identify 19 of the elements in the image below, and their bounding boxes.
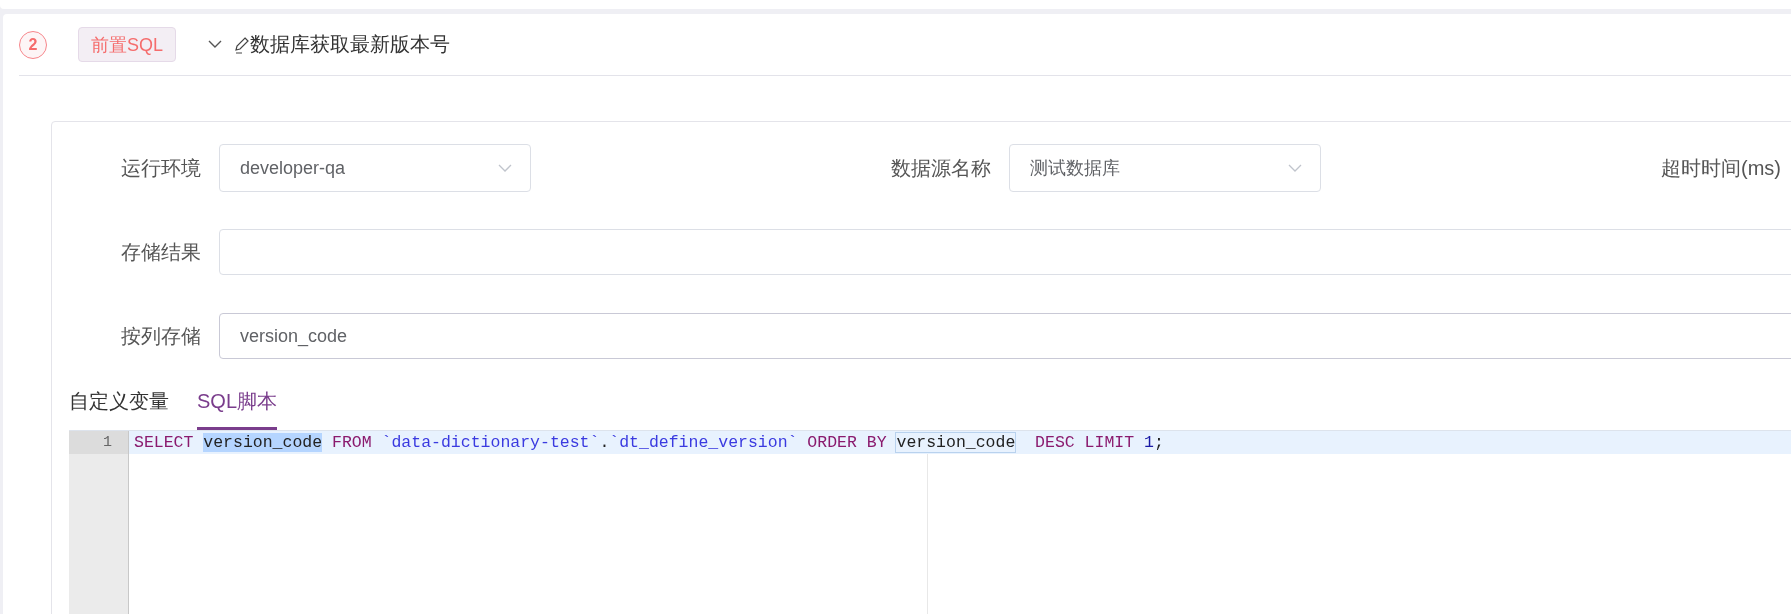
step-number: 2 (19, 30, 47, 59)
field-label: 存储结果 (120, 239, 201, 265)
input-field[interactable]: version_code (219, 313, 1791, 359)
field-label: 运行环境 (120, 155, 201, 181)
input-field[interactable] (219, 229, 1791, 275)
chevron-icon (1288, 164, 1302, 172)
select-field[interactable]: 测试数据库 (1009, 144, 1321, 192)
type-tag: 前置SQL (78, 27, 177, 62)
field-label: 超时时间(ms) (1660, 155, 1781, 181)
field-label: 数据源名称 (890, 155, 991, 181)
chevron-icon (498, 164, 512, 172)
chevron-icon (208, 40, 223, 49)
pencil-icon[interactable] (234, 35, 251, 54)
tab[interactable]: 自定义变量 (69, 388, 169, 430)
line-number: 1 (69, 431, 128, 454)
select-field[interactable]: developer-qa (219, 144, 531, 192)
step-title: 数据库获取最新版本号 (250, 32, 451, 57)
code-editor[interactable]: 1 SELECT version_code FROM `data-dictionary-test`.`dt_define_version` ORDER BY version_code DESC LIMIT 1; (69, 430, 1791, 614)
field-label: 按列存储 (120, 323, 201, 349)
